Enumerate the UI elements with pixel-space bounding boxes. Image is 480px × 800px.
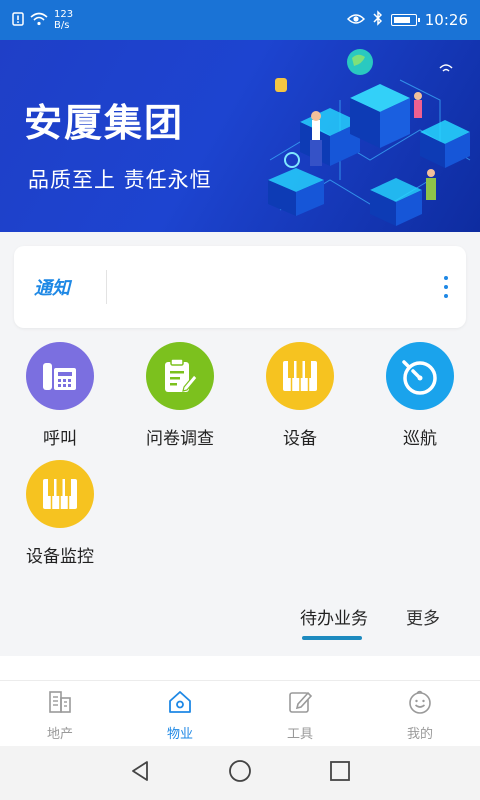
- tab-more[interactable]: 更多: [406, 604, 440, 629]
- network-speed: 123 B/s: [54, 9, 73, 31]
- clock-time: 10:26: [424, 11, 468, 29]
- grid-item-patrol[interactable]: 巡航: [360, 342, 480, 449]
- banner-title: 安厦集团: [24, 101, 185, 145]
- banner-slogan: 品质至上 责任永恒: [28, 168, 212, 192]
- stopwatch-icon: [386, 342, 454, 410]
- nav-label-mine: 我的: [406, 727, 433, 742]
- home-circle-icon[interactable]: [228, 759, 252, 787]
- nav-item-mine[interactable]: 我的: [360, 681, 480, 746]
- grid-label-device-monitor: 设备监控: [26, 547, 94, 567]
- nav-item-real-estate[interactable]: 地产: [0, 681, 120, 746]
- recents-icon[interactable]: [329, 760, 351, 786]
- notice-divider: [106, 270, 107, 304]
- nav-label-property: 物业: [166, 727, 193, 742]
- notice-label: 通知: [34, 278, 70, 299]
- grid-label-call: 呼叫: [43, 429, 77, 449]
- nav-item-property[interactable]: 物业: [120, 681, 240, 746]
- nav-label-tools: 工具: [286, 727, 313, 742]
- notice-card[interactable]: 通知: [14, 246, 466, 328]
- phone-icon: [26, 342, 94, 410]
- piano-keys-icon: [266, 342, 334, 410]
- notification-icon: [12, 11, 24, 29]
- bluetooth-icon: [373, 10, 383, 30]
- clipboard-edit-icon: [146, 342, 214, 410]
- status-bar: 123 B/s 10:26: [0, 0, 480, 40]
- back-icon[interactable]: [129, 760, 151, 786]
- grid-item-survey[interactable]: 问卷调查: [120, 342, 240, 449]
- edit-icon: [287, 689, 313, 719]
- system-nav-bar: [0, 746, 480, 800]
- grid-item-call[interactable]: 呼叫: [0, 342, 120, 449]
- wifi-icon: [30, 12, 48, 29]
- nav-item-tools[interactable]: 工具: [240, 681, 360, 746]
- grid-label-survey: 问卷调查: [146, 429, 214, 449]
- todo-list-area: [0, 656, 480, 680]
- speed-unit: B/s: [54, 20, 70, 31]
- grid-item-device[interactable]: 设备: [240, 342, 360, 449]
- speed-value: 123: [54, 9, 74, 20]
- grid-label-patrol: 巡航: [403, 429, 437, 449]
- tab-todo-underline: [302, 636, 362, 640]
- banner-illustration: [268, 49, 471, 226]
- home-icon: [167, 689, 193, 719]
- battery-icon: [390, 14, 420, 26]
- bottom-nav: 地产 物业 工具 我的: [0, 680, 480, 746]
- banner[interactable]: 安厦集团 品质至上 责任永恒: [0, 40, 480, 232]
- building-icon: [47, 689, 73, 719]
- grid-item-device-monitor[interactable]: 设备监控: [0, 460, 120, 567]
- piano-keys-icon: [26, 460, 94, 528]
- nav-label-real-estate: 地产: [46, 727, 73, 742]
- smile-icon: [407, 689, 433, 719]
- more-vertical-icon[interactable]: [438, 274, 454, 300]
- eye-icon: [346, 11, 365, 29]
- tab-todo[interactable]: 待办业务: [300, 604, 368, 629]
- business-tabs: 待办业务 更多: [0, 596, 480, 644]
- grid-label-device: 设备: [283, 429, 317, 449]
